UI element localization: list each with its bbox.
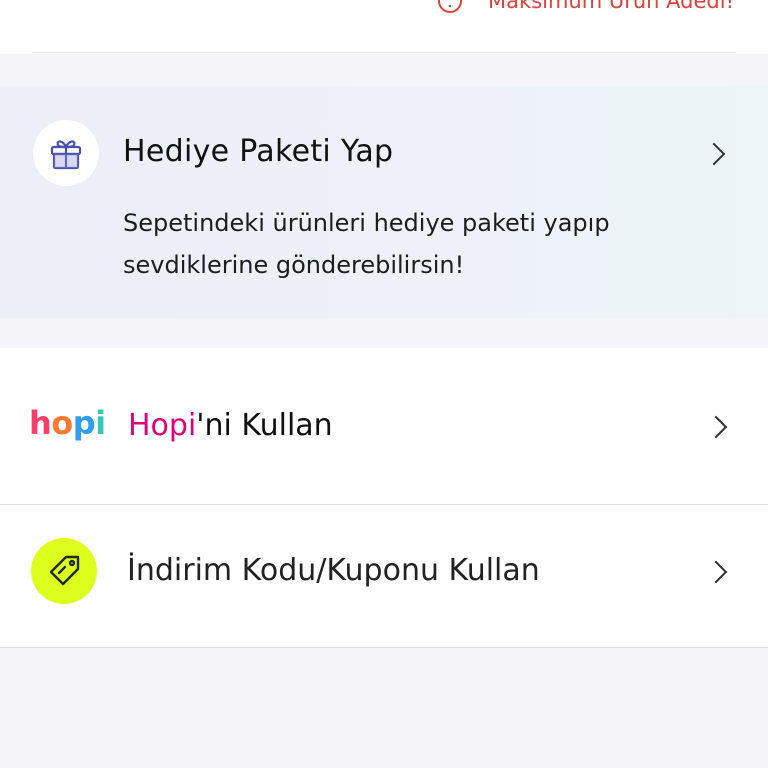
tag-icon [31, 538, 97, 604]
divider [0, 647, 768, 648]
use-hopi-button[interactable]: Hopi'ni Kullan [128, 408, 333, 443]
warning-circle-icon [438, 0, 463, 13]
divider [32, 52, 736, 53]
max-quantity-warning: Maksimum Ürün Adedi! [438, 0, 734, 16]
gift-icon [33, 120, 99, 186]
divider [0, 504, 768, 505]
hopi-logo-letter: p [72, 404, 96, 442]
hopi-logo: hopi [29, 404, 106, 442]
warning-text: Maksimum Ürün Adedi! [488, 0, 734, 13]
gift-package-description: Sepetindeki ürünleri hediye paketi yapıp… [123, 209, 610, 279]
gift-package-title: Hediye Paketi Yap [123, 134, 394, 169]
hopi-logo-letter: o [51, 404, 73, 442]
top-section: Maksimum Ürün Adedi! [0, 0, 768, 54]
use-coupon-button[interactable]: İndirim Kodu/Kuponu Kullan [127, 553, 540, 588]
hopi-logo-letter: i [95, 404, 106, 442]
hopi-brand-text: Hopi [128, 408, 197, 443]
hopi-logo-letter: h [29, 404, 52, 442]
discount-options-card [0, 348, 768, 648]
hopi-title-rest: 'ni Kullan [196, 408, 333, 443]
